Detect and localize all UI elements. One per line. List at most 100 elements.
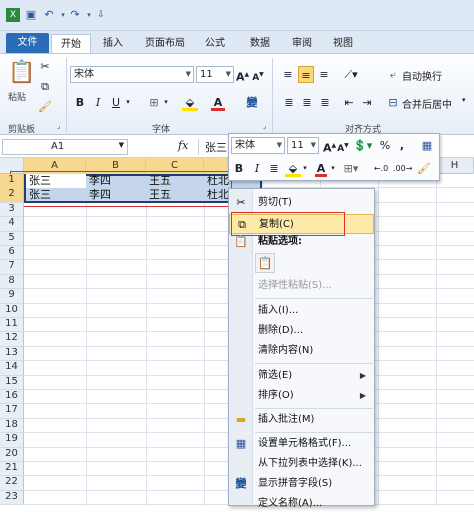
menu-item-sort[interactable]: 排序(O) ▶ — [229, 386, 374, 406]
underline-icon[interactable]: U — [110, 94, 122, 111]
align-center-icon[interactable]: ≣ — [300, 94, 314, 111]
align-left-icon[interactable]: ≣ — [282, 94, 296, 111]
name-box[interactable]: A1 ▼ — [2, 139, 128, 155]
row-header[interactable]: 8 — [0, 274, 24, 290]
comma-style-icon[interactable]: , — [397, 137, 407, 154]
format-painter-icon[interactable]: 🖌 — [38, 98, 52, 115]
column-header-h[interactable]: H — [436, 158, 474, 174]
row-header[interactable]: 1 — [0, 174, 24, 189]
italic-icon[interactable]: I — [92, 94, 104, 111]
save-icon[interactable]: ▣ — [24, 8, 38, 22]
decrease-decimal-icon[interactable]: .00→ — [393, 160, 412, 177]
italic-icon[interactable]: I — [251, 160, 263, 177]
row-header[interactable]: 4 — [0, 217, 24, 232]
tab-review[interactable]: 审阅 — [285, 34, 319, 53]
row-header[interactable]: 6 — [0, 246, 24, 261]
menu-item-format-cells[interactable]: ▦ 设置单元格格式(F)... — [229, 434, 374, 454]
row-header[interactable]: 13 — [0, 346, 24, 362]
menu-item-delete[interactable]: 删除(D)... — [229, 321, 374, 341]
menu-item-pick-list[interactable]: 从下拉列表中选择(K)... — [229, 454, 374, 474]
row-header[interactable]: 21 — [0, 462, 24, 477]
cut-icon[interactable]: ✂ — [38, 58, 52, 75]
chevron-down-icon[interactable]: ▾ — [329, 160, 337, 177]
row-header[interactable]: 16 — [0, 390, 24, 405]
menu-item-cut[interactable]: ✂ 剪切(T) — [229, 193, 374, 213]
row-header[interactable]: 5 — [0, 231, 24, 246]
row-header[interactable]: 9 — [0, 289, 24, 304]
row-header[interactable]: 14 — [0, 361, 24, 376]
wrap-text-label[interactable]: 自动换行 — [402, 68, 442, 83]
accounting-format-icon[interactable]: 💲▾ — [353, 137, 372, 154]
undo-icon[interactable]: ↶ — [42, 8, 56, 22]
fill-color-icon[interactable]: ⬙ — [182, 94, 198, 111]
chevron-down-icon[interactable]: ▾ — [301, 160, 309, 177]
row-header[interactable]: 2 — [0, 188, 24, 203]
row-header[interactable]: 19 — [0, 433, 24, 448]
row-header[interactable]: 12 — [0, 332, 24, 347]
menu-item-filter[interactable]: 筛选(E) ▶ — [229, 366, 374, 386]
menu-item-insert[interactable]: 插入(I)... — [229, 301, 374, 321]
menu-item-paste-special[interactable]: 选择性粘贴(S)... — [229, 276, 374, 296]
shrink-font-icon[interactable]: A▼ — [252, 66, 264, 83]
menu-item-insert-comment[interactable]: ▬ 插入批注(M) — [229, 410, 374, 430]
wrap-text-icon[interactable]: ⤶ — [386, 66, 400, 83]
copy-icon[interactable]: ⧉ — [38, 78, 52, 95]
border-icon[interactable]: ⊞ — [146, 94, 162, 111]
row-header[interactable]: 7 — [0, 260, 24, 275]
font-color-icon[interactable]: A — [211, 94, 225, 111]
bold-icon[interactable]: B — [233, 160, 245, 177]
redo-icon[interactable]: ↷ — [68, 8, 82, 22]
phonetic-guide-icon[interactable]: 變 — [242, 94, 262, 111]
font-launcher-icon[interactable]: ⌟ — [263, 122, 266, 130]
align-middle-icon[interactable]: ≡ — [298, 66, 314, 83]
increase-indent-icon[interactable]: ⇥ — [360, 94, 374, 111]
align-top-icon[interactable]: ≡ — [280, 66, 296, 83]
decrease-indent-icon[interactable]: ⇤ — [342, 94, 356, 111]
chevron-down-icon[interactable]: ▾ — [462, 96, 466, 104]
font-color-icon[interactable]: A — [315, 160, 327, 177]
font-name-combo[interactable]: 宋体 ▼ — [70, 66, 194, 83]
mini-font-combo[interactable]: 宋体 ▼ — [231, 137, 285, 154]
row-header[interactable]: 23 — [0, 490, 24, 506]
align-right-icon[interactable]: ≣ — [318, 94, 332, 111]
percent-icon[interactable]: % — [379, 137, 391, 154]
row-header[interactable]: 11 — [0, 318, 24, 333]
clipboard-launcher-icon[interactable]: ⌟ — [57, 122, 60, 130]
chevron-down-icon[interactable]: ▾ — [124, 94, 132, 111]
fill-color-icon[interactable]: ⬙ — [285, 160, 301, 177]
tab-insert[interactable]: 插入 — [96, 34, 130, 53]
merge-center-icon[interactable]: ⊟ — [386, 94, 400, 111]
row-header[interactable]: 20 — [0, 447, 24, 462]
row-header[interactable]: 3 — [0, 202, 24, 218]
tab-data[interactable]: 数据 — [243, 34, 277, 53]
grow-font-icon[interactable]: A▲ — [236, 66, 249, 84]
font-size-combo[interactable]: 11 ▼ — [196, 66, 234, 83]
border-icon[interactable]: ⊞▾ — [343, 160, 359, 177]
format-painter-icon[interactable]: 🖌 — [417, 160, 431, 177]
merge-center-label[interactable]: 合并后居中 — [402, 96, 452, 111]
grow-font-icon[interactable]: A▲ — [323, 137, 336, 155]
tab-file[interactable]: 文件 — [6, 33, 49, 53]
format-cells-icon[interactable]: ▦ — [419, 137, 435, 154]
tab-page-layout[interactable]: 页面布局 — [138, 34, 192, 53]
paste-option-icon[interactable]: 📋 — [255, 253, 275, 273]
center-align-icon[interactable]: ≣ — [267, 160, 281, 177]
mini-size-combo[interactable]: 11 ▼ — [287, 137, 319, 154]
menu-item-define-name[interactable]: 定义名称(A)... — [229, 494, 374, 514]
tab-view[interactable]: 视图 — [326, 34, 360, 53]
tab-formulas[interactable]: 公式 — [198, 34, 232, 53]
menu-item-clear[interactable]: 清除内容(N) — [229, 341, 374, 361]
orientation-icon[interactable]: ⟋▾ — [340, 66, 362, 83]
bold-icon[interactable]: B — [74, 94, 86, 111]
row-header[interactable]: 15 — [0, 375, 24, 390]
row-header[interactable]: 18 — [0, 418, 24, 434]
customize-toolbar-icon[interactable]: ⇩ — [94, 8, 108, 22]
row-header[interactable]: 22 — [0, 476, 24, 491]
align-bottom-icon[interactable]: ≡ — [316, 66, 332, 83]
tab-home[interactable]: 开始 — [51, 34, 91, 53]
row-header[interactable]: 17 — [0, 404, 24, 419]
insert-function-icon[interactable]: fx — [178, 139, 188, 152]
paste-label[interactable]: 粘贴 — [8, 90, 26, 103]
chevron-down-icon[interactable]: ▾ — [162, 94, 170, 111]
paste-icon[interactable]: 📋 — [8, 58, 35, 88]
